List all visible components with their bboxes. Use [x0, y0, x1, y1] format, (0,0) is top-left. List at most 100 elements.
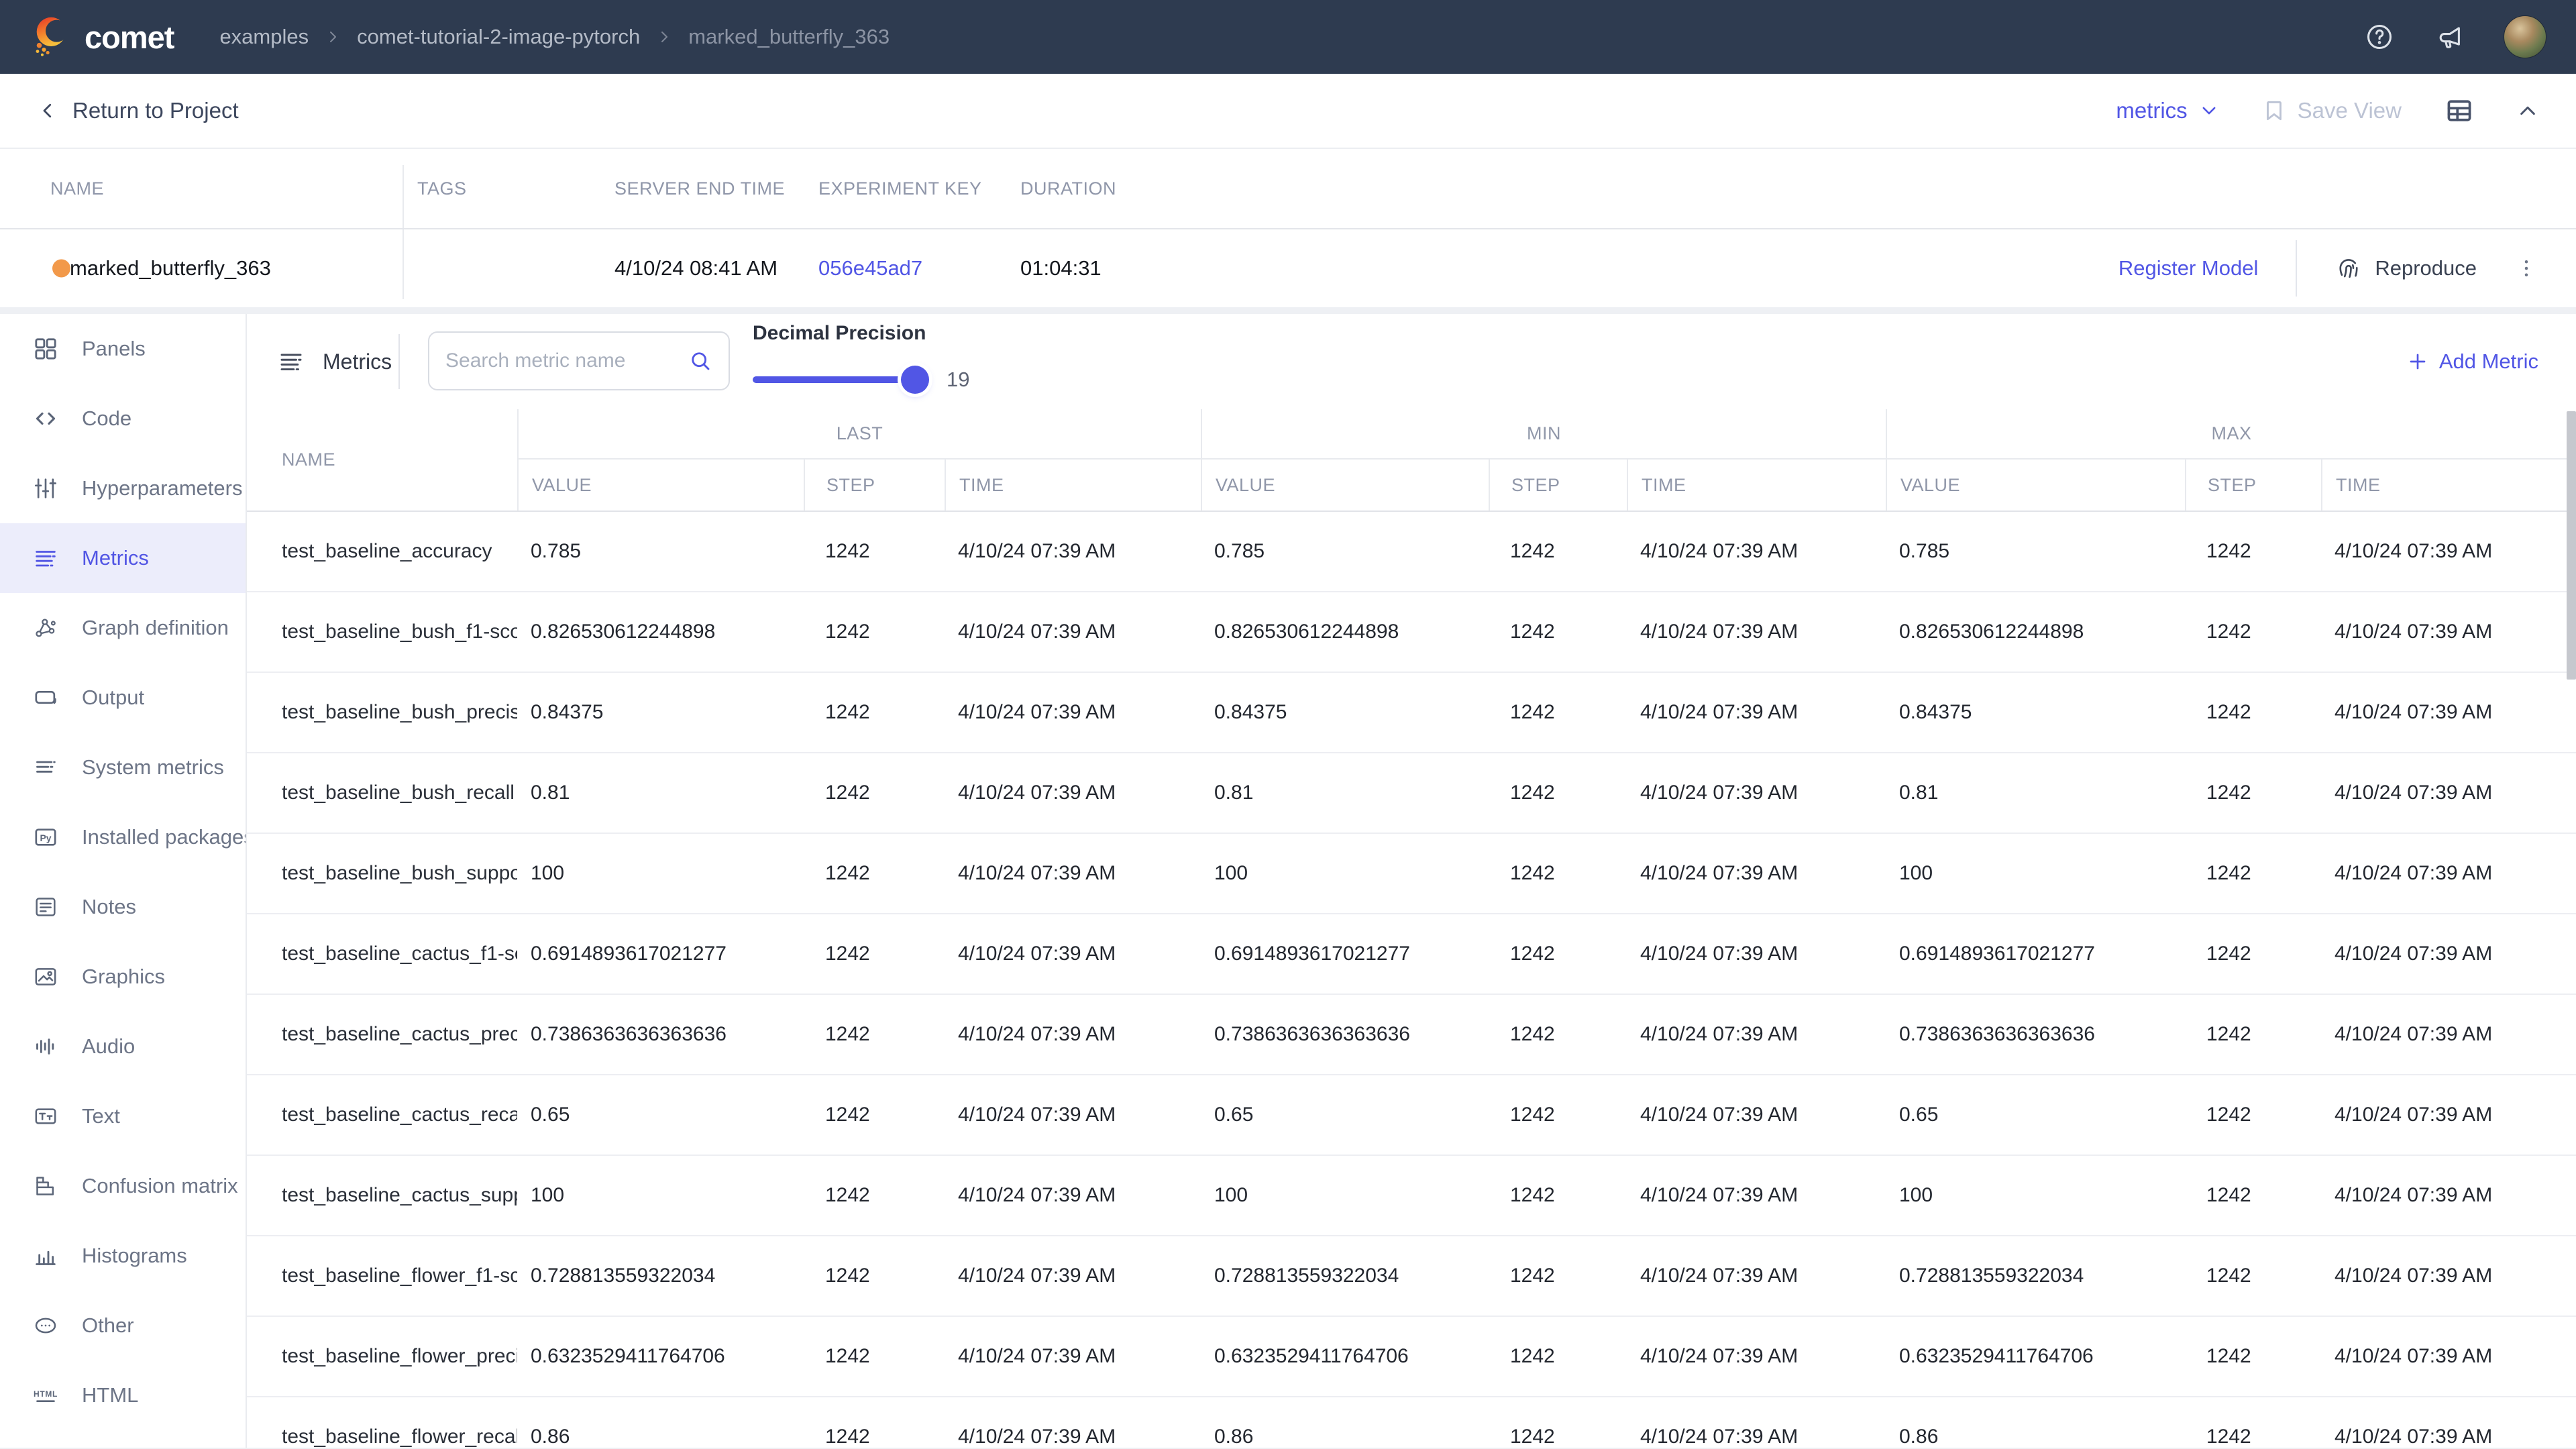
sidebar-item-graph-definition[interactable]: Graph definition	[0, 593, 246, 663]
sidebar-item-notes[interactable]: Notes	[0, 872, 246, 942]
last-step: 1242	[804, 701, 945, 724]
save-view-button[interactable]: Save View	[2261, 98, 2402, 123]
sidebar-item-label: Installed packages	[82, 825, 247, 849]
decimal-precision-slider[interactable]	[753, 376, 924, 383]
sub-header-last-value: VALUE	[517, 460, 804, 511]
metric-name: test_baseline_cactus_f1-score	[247, 943, 517, 965]
min-step: 1242	[1489, 1426, 1627, 1448]
min-time: 4/10/24 07:39 AM	[1627, 1104, 1886, 1126]
notes-icon	[32, 894, 59, 920]
max-value: 0.826530612244898	[1886, 621, 2185, 643]
sidebar-item-audio[interactable]: Audio	[0, 1012, 246, 1081]
max-time: 4/10/24 07:39 AM	[2321, 782, 2576, 804]
table-view-icon[interactable]	[2445, 96, 2474, 125]
scrollbar-thumb[interactable]	[2567, 411, 2576, 680]
min-value: 100	[1201, 1184, 1489, 1207]
kebab-menu-icon[interactable]	[2514, 256, 2538, 280]
help-icon[interactable]	[2364, 21, 2395, 52]
column-header-duration: DURATION	[1020, 149, 1116, 228]
decimal-precision-label: Decimal Precision	[753, 322, 969, 345]
search-icon[interactable]	[688, 349, 712, 373]
add-metric-label: Add Metric	[2439, 350, 2538, 374]
sub-header-max-time: TIME	[2321, 460, 2576, 511]
max-time: 4/10/24 07:39 AM	[2321, 1104, 2576, 1126]
comet-logo[interactable]: comet	[30, 15, 174, 59]
min-time: 4/10/24 07:39 AM	[1627, 782, 1886, 804]
code-icon	[32, 405, 59, 432]
max-time: 4/10/24 07:39 AM	[2321, 943, 2576, 965]
last-time: 4/10/24 07:39 AM	[945, 1426, 1201, 1448]
sidebar-item-panels[interactable]: Panels	[0, 314, 246, 384]
reproduce-label: Reproduce	[2375, 256, 2477, 280]
sidebar-item-graphics[interactable]: Graphics	[0, 942, 246, 1012]
max-step: 1242	[2185, 862, 2321, 885]
last-value: 0.826530612244898	[517, 621, 804, 643]
breadcrumb-experiment: marked_butterfly_363	[688, 25, 890, 49]
min-step: 1242	[1489, 862, 1627, 885]
metric-name: test_baseline_bush_support	[247, 862, 517, 885]
metric-row: test_baseline_cactus_f1-score 0.69148936…	[247, 914, 2576, 995]
last-step: 1242	[804, 1023, 945, 1046]
max-step: 1242	[2185, 1345, 2321, 1368]
sub-header-max-step: STEP	[2185, 460, 2321, 511]
sidebar-item-hyperparameters[interactable]: Hyperparameters	[0, 453, 246, 523]
last-value: 0.7386363636363636	[517, 1023, 804, 1046]
text-icon	[32, 1103, 59, 1130]
min-time: 4/10/24 07:39 AM	[1627, 862, 1886, 885]
section-gap	[0, 307, 2576, 314]
last-step: 1242	[804, 1104, 945, 1126]
megaphone-icon[interactable]	[2434, 21, 2465, 52]
search-input[interactable]	[445, 350, 688, 372]
view-selector-dropdown[interactable]: metrics	[2116, 98, 2218, 123]
metrics-icon	[277, 347, 305, 376]
return-to-project-link[interactable]: Return to Project	[38, 98, 239, 123]
sidebar-item-confusion-matrix[interactable]: Confusion matrix	[0, 1151, 246, 1221]
sidebar-item-text[interactable]: Text	[0, 1081, 246, 1151]
last-time: 4/10/24 07:39 AM	[945, 1265, 1201, 1287]
max-value: 0.7386363636363636	[1886, 1023, 2185, 1046]
max-step: 1242	[2185, 540, 2321, 563]
slider-thumb[interactable]	[901, 366, 929, 394]
metrics-panel-title: Metrics	[277, 314, 392, 409]
collapse-header-icon[interactable]	[2517, 100, 2538, 121]
user-avatar[interactable]	[2504, 15, 2546, 58]
sidebar-item-output[interactable]: Output	[0, 663, 246, 733]
last-step: 1242	[804, 943, 945, 965]
experiment-key-link[interactable]: 056e45ad7	[818, 256, 922, 280]
metric-row: test_baseline_bush_support 100 1242 4/10…	[247, 834, 2576, 914]
metric-row: test_baseline_flower_recall 0.86 1242 4/…	[247, 1397, 2576, 1448]
register-model-button[interactable]: Register Model	[2118, 256, 2258, 280]
sidebar-item-assets-artifacts[interactable]: Assets & Artifacts	[0, 1430, 246, 1448]
experiment-status-dot	[52, 260, 70, 278]
column-header-name: NAME	[50, 149, 104, 228]
sidebar-item-label: Panels	[82, 337, 146, 361]
breadcrumb-workspace[interactable]: examples	[219, 25, 309, 49]
metric-name: test_baseline_flower_recall	[247, 1426, 517, 1448]
max-step: 1242	[2185, 1265, 2321, 1287]
max-time: 4/10/24 07:39 AM	[2321, 1426, 2576, 1448]
experiment-toolbar: Return to Project metrics Save View	[0, 74, 2576, 149]
column-header-server-end-time: SERVER END TIME	[614, 149, 785, 228]
sidebar-item-other[interactable]: Other	[0, 1291, 246, 1360]
max-value: 100	[1886, 1184, 2185, 1207]
min-step: 1242	[1489, 1265, 1627, 1287]
last-step: 1242	[804, 862, 945, 885]
last-time: 4/10/24 07:39 AM	[945, 540, 1201, 563]
last-time: 4/10/24 07:39 AM	[945, 782, 1201, 804]
min-step: 1242	[1489, 1104, 1627, 1126]
min-value: 0.6323529411764706	[1201, 1345, 1489, 1368]
metrics-icon	[32, 545, 59, 572]
sidebar-item-system-metrics[interactable]: System metrics	[0, 733, 246, 802]
max-time: 4/10/24 07:39 AM	[2321, 1184, 2576, 1207]
min-value: 0.728813559322034	[1201, 1265, 1489, 1287]
add-metric-button[interactable]: Add Metric	[2407, 314, 2538, 409]
max-step: 1242	[2185, 701, 2321, 724]
sidebar-item-metrics[interactable]: Metrics	[0, 523, 246, 593]
sidebar-item-code[interactable]: Code	[0, 384, 246, 453]
breadcrumb-project[interactable]: comet-tutorial-2-image-pytorch	[357, 25, 640, 49]
sidebar-item-installed-packages[interactable]: Py Installed packages	[0, 802, 246, 872]
sidebar-item-html[interactable]: HTML HTML	[0, 1360, 246, 1430]
min-time: 4/10/24 07:39 AM	[1627, 1345, 1886, 1368]
sidebar-item-histograms[interactable]: Histograms	[0, 1221, 246, 1291]
reproduce-button[interactable]: Reproduce	[2334, 254, 2477, 282]
